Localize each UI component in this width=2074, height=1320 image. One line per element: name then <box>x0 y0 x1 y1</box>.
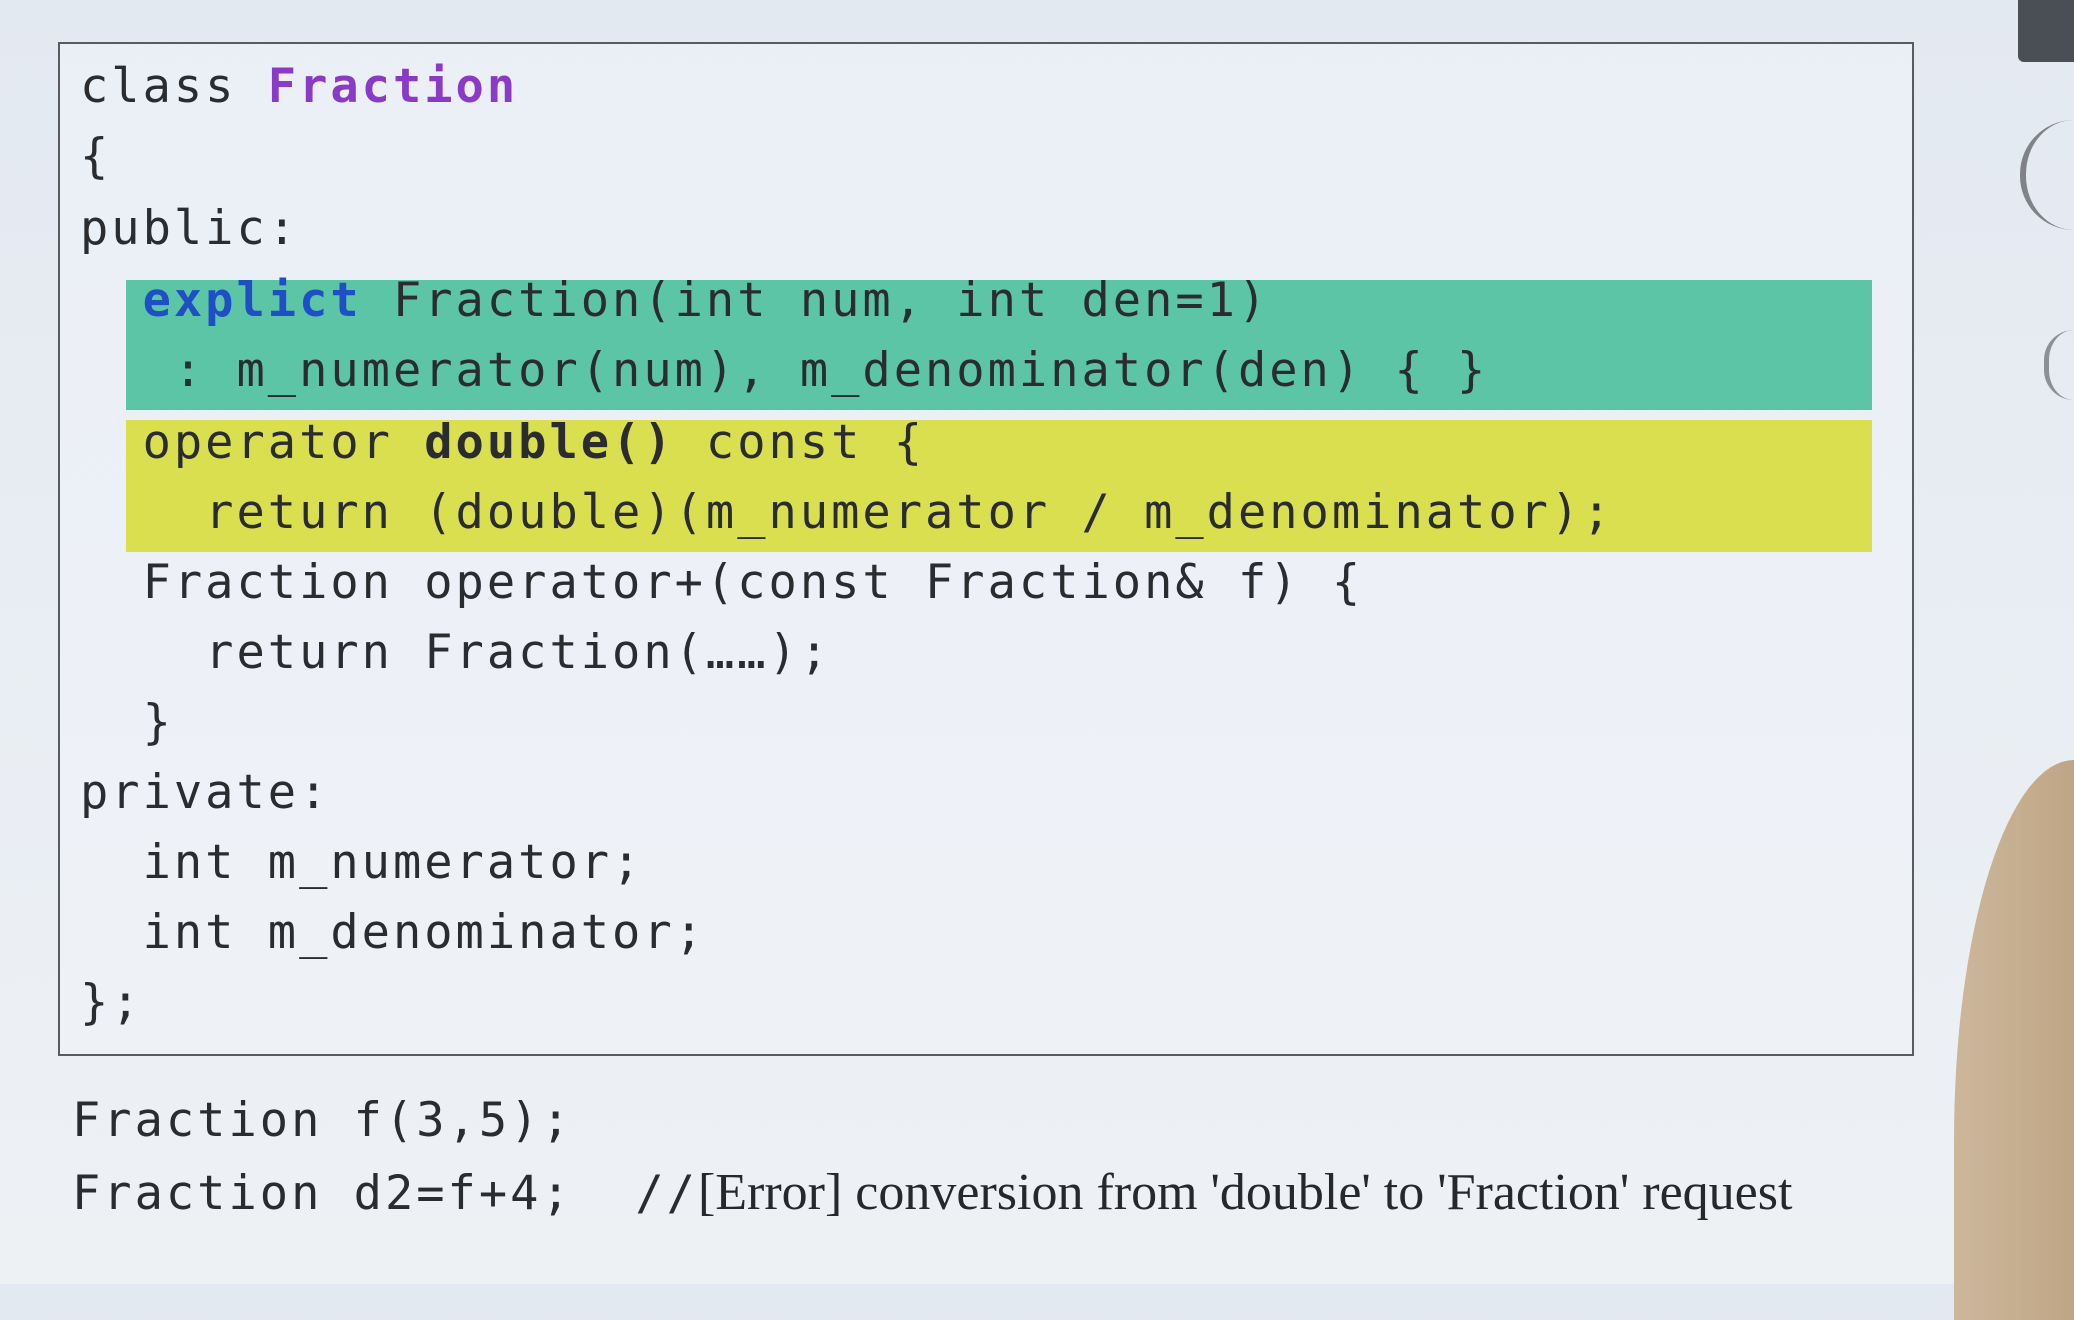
code-line-plus-sig: Fraction operator+(const Fraction& f) { <box>80 550 1363 616</box>
error-tag: [Error] <box>697 1164 843 1221</box>
constructor-signature: Fraction(int num, int den=1) <box>361 273 1270 328</box>
presenter-glasses-edge <box>2020 120 2074 230</box>
constructor-initializer: : m_numerator(num), m_denominator(den) {… <box>80 343 1489 398</box>
code-line-class-decl: class Fraction <box>80 54 518 120</box>
open-brace: { <box>80 129 112 184</box>
code-line-open-brace: { <box>80 124 111 190</box>
private-label: private: <box>80 765 331 820</box>
code-line-close-class: }; <box>80 970 143 1036</box>
code-line-member-num: int m_numerator; <box>80 830 643 896</box>
const-qualifier: const { <box>674 415 926 470</box>
plus-operator-return: return Fraction(……); <box>80 625 832 680</box>
usage-line-error: Fraction d2=f+4; //[Error] conversion fr… <box>72 1160 1792 1226</box>
member-denominator: int m_denominator; <box>80 905 706 960</box>
code-line-plus-close: } <box>80 690 174 756</box>
code-line-member-den: int m_denominator; <box>80 900 706 966</box>
usage-expression: Fraction d2=f+4; // <box>72 1166 698 1221</box>
class-keyword: class <box>80 59 268 114</box>
code-line-conv-return: return (double)(m_numerator / m_denomina… <box>80 480 1614 546</box>
code-line-private-label: private: <box>80 760 330 826</box>
code-line-plus-return: return Fraction(……); <box>80 620 831 686</box>
code-line-ctor-sig: explict Fraction(int num, int den=1) <box>80 268 1269 334</box>
usage-declaration: Fraction f(3,5); <box>72 1093 573 1148</box>
presenter-shoulder <box>1954 760 2074 1320</box>
slide-corner-tab <box>2018 0 2074 62</box>
public-label: public: <box>80 201 300 256</box>
usage-line-declare: Fraction f(3,5); <box>72 1088 573 1154</box>
conversion-return: return (double)(m_numerator / m_denomina… <box>80 485 1614 540</box>
explicit-keyword: explict <box>142 273 362 328</box>
code-line-public-label: public: <box>80 196 299 262</box>
code-line-ctor-init: : m_numerator(num), m_denominator(den) {… <box>80 338 1488 404</box>
double-operator: double() <box>424 415 675 470</box>
class-name: Fraction <box>267 59 519 114</box>
code-line-conv-sig: operator double() const { <box>80 410 925 476</box>
operator-keyword: operator <box>80 415 425 470</box>
close-brace: } <box>80 695 174 750</box>
error-message: conversion from 'double' to 'Fraction' r… <box>842 1164 1793 1221</box>
plus-operator-signature: Fraction operator+(const Fraction& f) { <box>80 555 1364 610</box>
presenter-ear-edge <box>2044 330 2074 400</box>
member-numerator: int m_numerator; <box>80 835 644 890</box>
close-class: }; <box>80 975 143 1030</box>
